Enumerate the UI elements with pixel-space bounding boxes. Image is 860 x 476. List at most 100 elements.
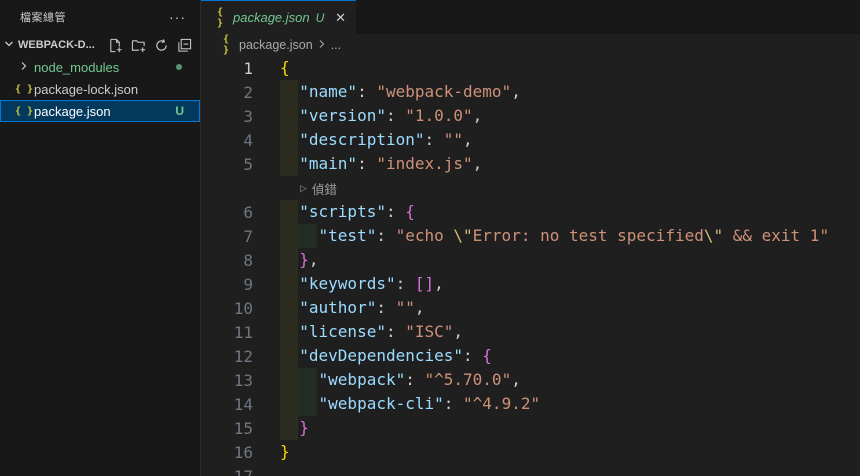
breadcrumb-more[interactable]: ... (331, 38, 341, 52)
json-key: "devDependencies" (299, 346, 464, 365)
line-number: 14 (233, 394, 253, 414)
chevron-down-icon (4, 39, 18, 52)
line-number: 17 (233, 466, 253, 476)
code-line: 11 "license": "ISC", (201, 320, 860, 344)
code-line: 8 }, (201, 248, 860, 272)
json-key: "version" (299, 106, 386, 125)
line-number: 3 (243, 106, 253, 126)
breadcrumb: { } package.json ... (201, 34, 860, 56)
code-line: 13 "webpack": "^5.70.0", (201, 368, 860, 392)
json-string: && exit 1" (723, 226, 830, 245)
json-file-icon: { } (222, 34, 230, 56)
json-string: "^4.9.2" (463, 394, 541, 413)
line-number: 8 (243, 250, 253, 270)
json-string: "ISC" (405, 322, 454, 341)
escape-sequence: \" (703, 226, 724, 245)
line-number: 11 (233, 322, 253, 342)
chevron-right-icon (14, 61, 34, 74)
code-line: 2 "name": "webpack-demo", (201, 80, 860, 104)
line-number: 13 (233, 370, 253, 390)
tab-package-json[interactable]: { } package.json U ✕ (201, 0, 356, 34)
line-number: 5 (243, 154, 253, 174)
tab-bar: { } package.json U ✕ (201, 0, 860, 34)
json-key: "webpack-cli" (318, 394, 444, 413)
json-file-icon: { } (216, 6, 224, 29)
json-string: Error: no test specified (472, 226, 704, 245)
explorer-actions (107, 37, 192, 53)
project-name: WEBPACK-D... (18, 39, 95, 51)
code-line: 15 } (201, 416, 860, 440)
escape-sequence: \" (453, 226, 473, 245)
more-actions-button[interactable]: ··· (169, 9, 186, 25)
explorer-title: 檔案總管 (20, 12, 66, 24)
git-status-dot (176, 64, 182, 70)
json-key: "webpack" (318, 370, 406, 389)
json-string: "webpack-demo" (376, 82, 512, 101)
line-number: 12 (233, 346, 253, 366)
line-number: 4 (243, 130, 253, 150)
json-key: "test" (318, 226, 377, 245)
json-string: "1.0.0" (405, 106, 473, 125)
json-string: "" (443, 130, 464, 149)
project-section-header[interactable]: WEBPACK-D... (0, 34, 200, 56)
json-string: "echo (395, 226, 454, 245)
line-number: 7 (243, 226, 253, 246)
line-number: 10 (233, 298, 253, 318)
play-icon: ▷ (300, 182, 307, 193)
tab-label: package.json (233, 10, 310, 25)
line-number: 16 (233, 442, 253, 462)
line-number: 6 (243, 202, 253, 222)
brace: { (280, 58, 290, 77)
debug-codelens[interactable]: ▷ 偵錯 (201, 176, 860, 200)
brace: } (280, 442, 290, 461)
code-line: 4 "description": "", (201, 128, 860, 152)
tree-item-package-json[interactable]: { } package.json U (0, 100, 200, 122)
close-icon[interactable]: ✕ (335, 10, 346, 26)
json-key: "author" (299, 298, 377, 317)
code-line: 10 "author": "", (201, 296, 860, 320)
code-line: 9 "keywords": [], (201, 272, 860, 296)
json-key: "scripts" (299, 202, 386, 221)
json-key: "main" (299, 154, 358, 173)
new-folder-icon[interactable] (130, 37, 146, 53)
json-file-icon: { } (14, 105, 34, 117)
json-key: "name" (299, 82, 358, 101)
explorer-header: 檔案總管 ··· (0, 0, 200, 34)
tree-item-node-modules[interactable]: node_modules (0, 56, 200, 78)
json-file-icon: { } (14, 83, 34, 95)
json-key: "keywords" (299, 274, 396, 293)
json-string: "" (395, 298, 415, 317)
tab-status-badge: U (315, 10, 325, 25)
breadcrumb-file[interactable]: package.json (239, 38, 313, 52)
refresh-icon[interactable] (153, 37, 169, 53)
new-file-icon[interactable] (107, 37, 123, 53)
code-line: 5 "main": "index.js", (201, 152, 860, 176)
code-line: 6 "scripts": { (201, 200, 860, 224)
code-line: 17 (201, 464, 860, 476)
tree-item-package-lock[interactable]: { } package-lock.json (0, 78, 200, 100)
line-number: 2 (243, 82, 253, 102)
line-number: 1 (243, 58, 253, 78)
line-number: 9 (243, 274, 253, 294)
json-string: "index.js" (376, 154, 473, 173)
codelens-label: 偵錯 (311, 182, 337, 197)
json-key: "description" (299, 130, 425, 149)
tree-item-label: package.json (34, 103, 111, 119)
line-number: 15 (233, 418, 253, 438)
code-line: 14 "webpack-cli": "^4.9.2" (201, 392, 860, 416)
code-line: 1 { (201, 56, 860, 80)
git-untracked-badge: U (175, 104, 184, 118)
tree-item-label: node_modules (34, 59, 120, 75)
editor-area: { } package.json U ✕ { } package.json ..… (201, 0, 860, 476)
code-line: 16 } (201, 440, 860, 464)
json-string: "^5.70.0" (424, 370, 512, 389)
json-key: "license" (299, 322, 386, 341)
code-line: 3 "version": "1.0.0", (201, 104, 860, 128)
tree-item-label: package-lock.json (34, 81, 139, 97)
chevron-right-icon (318, 39, 326, 52)
explorer-sidebar: 檔案總管 ··· WEBPACK-D... node_modules {} p… (0, 0, 201, 476)
code-line: 7 "test": "echo \"Error: no test specifi… (201, 224, 860, 248)
code-line: 12 "devDependencies": { (201, 344, 860, 368)
code-editor[interactable]: 1 { 2 "name": "webpack-demo", 3 "version… (201, 56, 860, 476)
collapse-all-icon[interactable] (176, 37, 192, 53)
